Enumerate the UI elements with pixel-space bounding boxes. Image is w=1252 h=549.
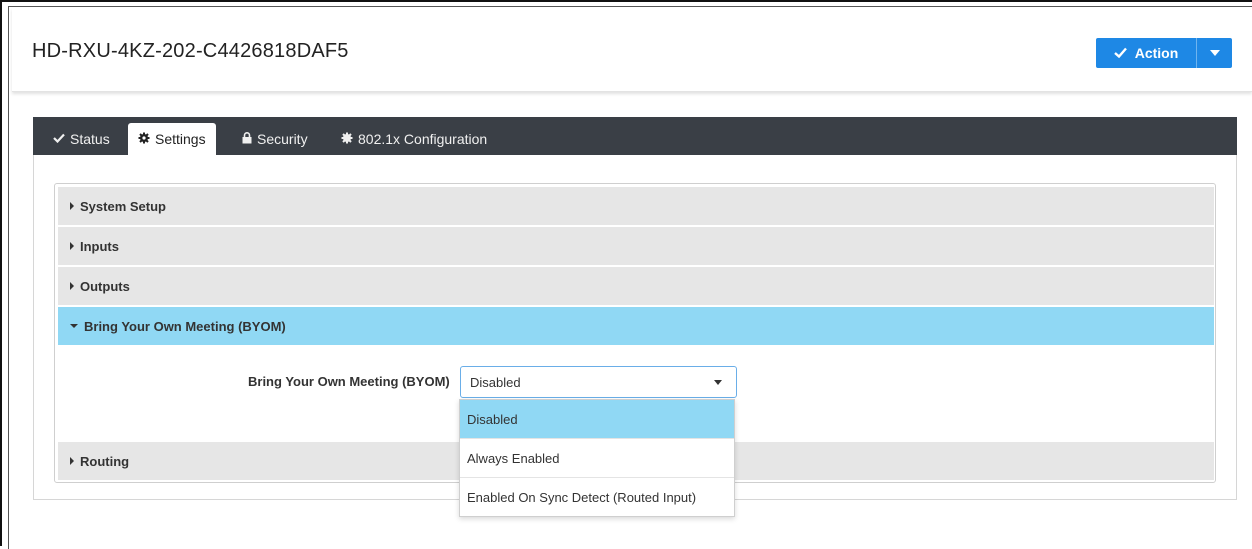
tab-security[interactable]: Security <box>232 123 318 155</box>
tab-security-label: Security <box>257 131 308 147</box>
section-label: Inputs <box>80 238 119 254</box>
check-icon <box>1113 45 1127 61</box>
section-inputs[interactable]: Inputs <box>58 227 1214 265</box>
byom-dropdown-menu: Disabled Always Enabled Enabled On Sync … <box>459 399 735 517</box>
byom-select-value: Disabled <box>470 374 521 390</box>
caret-right-icon <box>70 242 74 250</box>
check-icon <box>53 133 65 145</box>
section-system-setup[interactable]: System Setup <box>58 187 1214 225</box>
byom-select[interactable]: Disabled <box>460 366 737 398</box>
tab-status-label: Status <box>70 131 110 147</box>
byom-field-label: Bring Your Own Meeting (BYOM) <box>248 374 450 389</box>
tab-bar: Status Settings Security 802.1x Configur… <box>33 117 1237 155</box>
dropdown-option-always-enabled[interactable]: Always Enabled <box>460 439 734 478</box>
section-label: Bring Your Own Meeting (BYOM) <box>84 318 286 334</box>
section-outputs[interactable]: Outputs <box>58 267 1214 305</box>
tab-settings-label: Settings <box>155 131 206 147</box>
action-button[interactable]: Action <box>1096 38 1196 68</box>
caret-right-icon <box>70 282 74 290</box>
tab-8021x-label: 802.1x Configuration <box>358 131 488 147</box>
tab-settings[interactable]: Settings <box>128 123 216 155</box>
tab-8021x-configuration[interactable]: 802.1x Configuration <box>331 123 497 155</box>
caret-down-icon <box>70 324 78 328</box>
chevron-down-icon <box>1209 50 1220 56</box>
dropdown-option-enabled-on-sync-detect[interactable]: Enabled On Sync Detect (Routed Input) <box>460 478 734 517</box>
section-label: Outputs <box>80 278 130 294</box>
caret-right-icon <box>70 457 74 465</box>
action-button-group: Action <box>1096 38 1232 68</box>
action-button-label: Action <box>1134 45 1179 61</box>
section-label: Routing <box>80 453 130 469</box>
section-byom[interactable]: Bring Your Own Meeting (BYOM) <box>58 307 1214 345</box>
gear-icon <box>138 132 150 146</box>
section-label: System Setup <box>80 198 166 214</box>
device-title: HD-RXU-4KZ-202-C4426818DAF5 <box>32 40 349 62</box>
cog-icon <box>341 132 353 146</box>
caret-right-icon <box>70 202 74 210</box>
tab-status[interactable]: Status <box>43 123 120 155</box>
lock-icon <box>242 132 252 146</box>
chevron-down-icon <box>714 380 722 385</box>
action-dropdown-toggle[interactable] <box>1196 38 1232 68</box>
dropdown-option-disabled[interactable]: Disabled <box>460 400 734 439</box>
page-header: HD-RXU-4KZ-202-C4426818DAF5 Action <box>12 8 1252 92</box>
